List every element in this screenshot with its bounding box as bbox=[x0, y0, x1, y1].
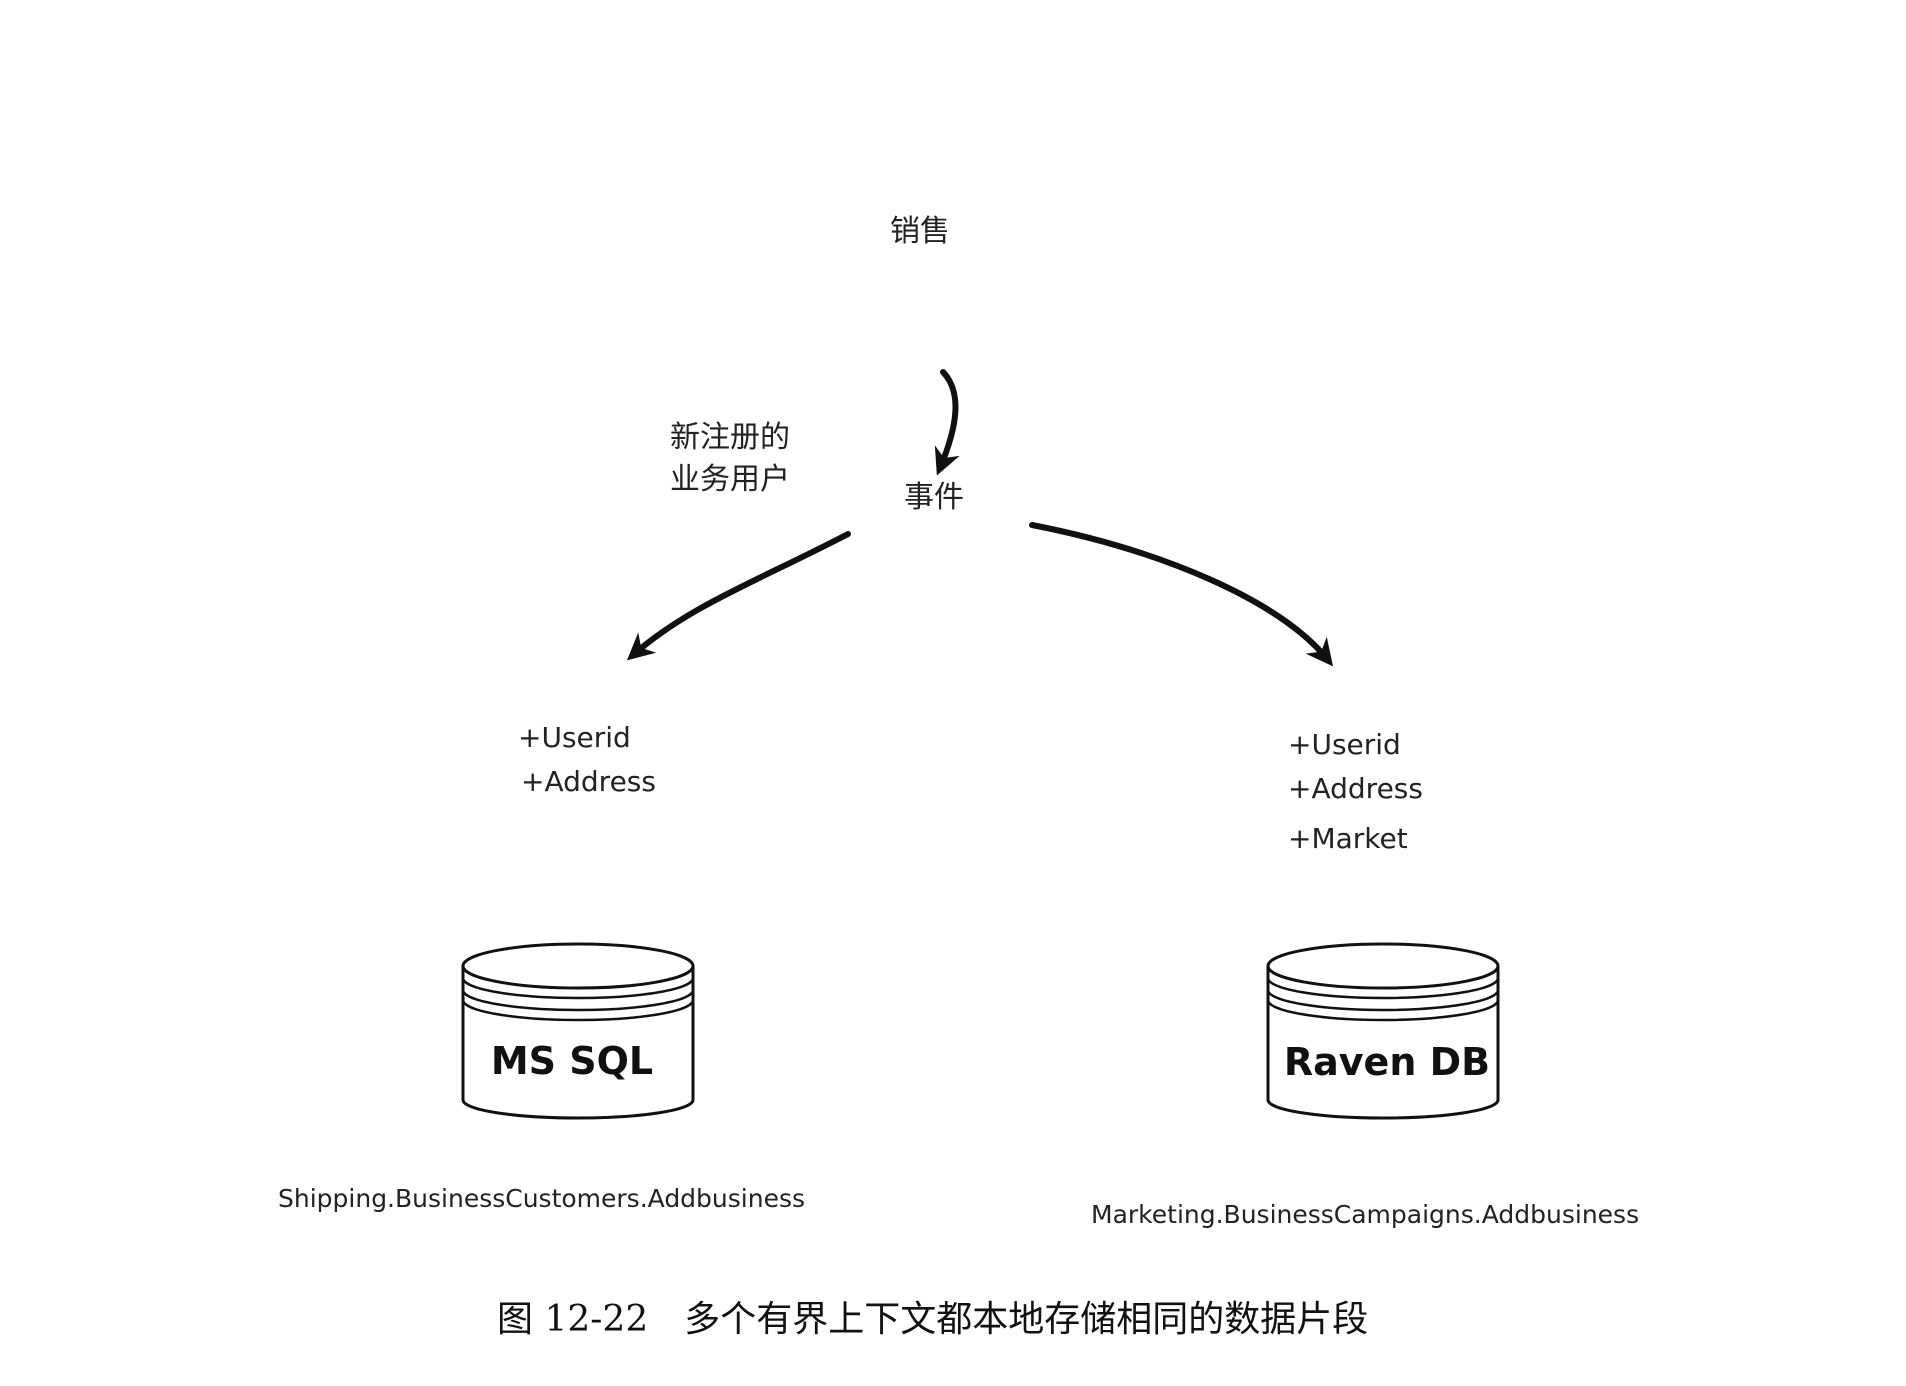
mssql-database-icon: MS SQL bbox=[461, 942, 695, 1120]
sales-context-label: 销售 bbox=[890, 214, 950, 249]
event-name-line-1: 新注册的 bbox=[670, 420, 790, 455]
ravendb-handler-label: Marketing.BusinessCampaigns.Addbusiness bbox=[1091, 1200, 1640, 1229]
diagram-graphics: MS SQL Raven DB bbox=[461, 369, 1500, 1120]
figure-caption: 图 12-22 多个有界上下文都本地存储相同的数据片段 bbox=[497, 1299, 1369, 1340]
mssql-field-list: +Userid +Address bbox=[518, 721, 656, 809]
ravendb-field-list: +Userid +Address +Market bbox=[1288, 728, 1423, 866]
sales-to-event-arrow bbox=[934, 369, 960, 476]
ravendb-database-name: Raven DB bbox=[1284, 1040, 1490, 1084]
event-to-mssql-arrow bbox=[626, 531, 851, 661]
ravendb-field-address: +Address bbox=[1288, 772, 1423, 805]
event-name-label: 新注册的 业务用户 bbox=[670, 417, 790, 501]
mssql-handler-label: Shipping.BusinessCustomers.Addbusiness bbox=[278, 1184, 806, 1213]
event-name-line-2: 业务用户 bbox=[670, 462, 790, 497]
event-to-ravendb-arrow bbox=[1029, 522, 1334, 667]
ravendb-field-userid: +Userid bbox=[1288, 728, 1401, 761]
mssql-field-address: +Address bbox=[521, 765, 656, 798]
ravendb-field-market: +Market bbox=[1288, 822, 1408, 855]
diagram-canvas: MS SQL Raven DB 销售 新注册的 业务用户 事件 +Userid … bbox=[0, 0, 1906, 1386]
mssql-database-name: MS SQL bbox=[491, 1039, 653, 1083]
event-label: 事件 bbox=[904, 480, 964, 515]
ravendb-database-icon: Raven DB bbox=[1266, 942, 1500, 1120]
mssql-field-userid: +Userid bbox=[518, 721, 631, 754]
